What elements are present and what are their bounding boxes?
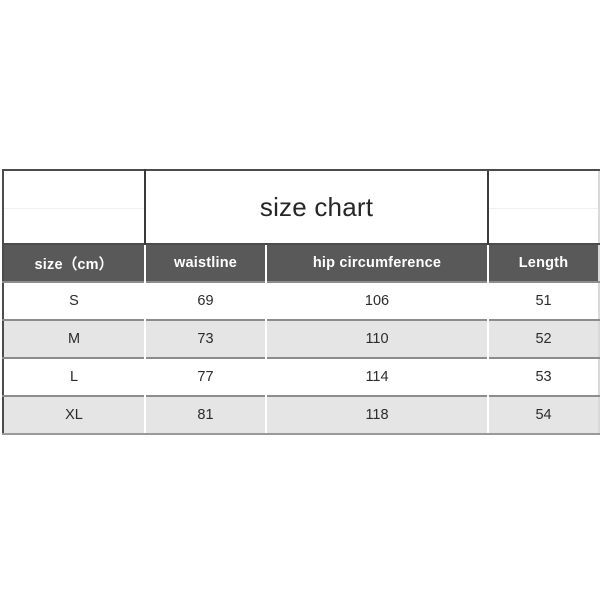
title-band-left [3, 169, 146, 244]
table-row: L 77 114 53 [3, 357, 600, 396]
table-row: XL 81 118 54 [3, 395, 600, 435]
page-root: size chart size（cm） waistline hip circum… [0, 0, 600, 600]
title-band-center: size chart [145, 169, 489, 244]
table-row: M 73 110 52 [3, 319, 600, 358]
table-header-row: size（cm） waistline hip circumference Len… [3, 243, 600, 282]
cell-length: 53 [487, 357, 600, 396]
cell-size: M [3, 319, 145, 358]
size-chart-table: size chart size（cm） waistline hip circum… [2, 169, 600, 435]
cell-waist: 77 [144, 357, 266, 396]
title-row: size chart [3, 169, 600, 244]
page-title: size chart [259, 192, 374, 222]
column-header-waistline: waistline [144, 243, 266, 282]
table-row: S 69 106 51 [3, 281, 600, 320]
title-band-right [487, 169, 600, 244]
cell-length: 52 [487, 319, 600, 358]
column-header-hip: hip circumference [264, 243, 489, 282]
cell-size: S [3, 281, 145, 320]
cell-hip: 106 [264, 281, 489, 320]
title-hairline-right [489, 208, 599, 209]
title-hairline-left [4, 208, 144, 209]
cell-hip: 110 [264, 319, 489, 358]
cell-waist: 69 [144, 281, 266, 320]
column-header-size: size（cm） [3, 243, 145, 282]
size-chart-container: size chart size（cm） waistline hip circum… [2, 169, 600, 435]
cell-size: XL [3, 395, 145, 435]
cell-waist: 73 [144, 319, 266, 358]
cell-length: 51 [487, 281, 600, 320]
cell-size: L [3, 357, 145, 396]
cell-hip: 118 [264, 395, 489, 435]
column-header-length: Length [487, 243, 600, 282]
cell-hip: 114 [264, 357, 489, 396]
cell-waist: 81 [144, 395, 266, 435]
cell-length: 54 [487, 395, 600, 435]
